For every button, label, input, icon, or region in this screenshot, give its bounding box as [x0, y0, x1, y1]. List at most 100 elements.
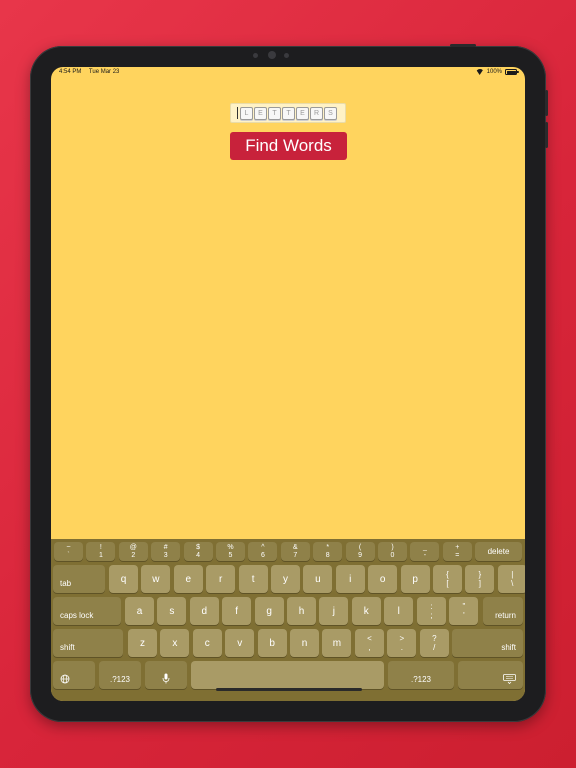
status-bar: 4:54 PM Tue Mar 23 100% [51, 67, 525, 79]
key-bracket-1-top-char: } [478, 570, 482, 579]
shift-left-key[interactable]: shift [53, 629, 123, 657]
key-h[interactable]: h [287, 597, 316, 625]
key-number-7-top-char: & [292, 543, 298, 551]
key-s[interactable]: s [157, 597, 187, 625]
key-punct-1[interactable]: " ' [449, 597, 479, 625]
key-q-label: q [120, 573, 127, 585]
key-punct2-2[interactable]: ? / [419, 629, 449, 657]
key-number-1[interactable]: ! 1 [86, 542, 116, 561]
key-punct-0[interactable]: :; [417, 597, 446, 625]
key-o-label: o [379, 573, 386, 585]
key-c[interactable]: c [192, 629, 222, 657]
key-m[interactable]: m [322, 629, 352, 657]
placeholder-tile: S [324, 106, 337, 120]
key-bracket-2[interactable]: | \ [497, 565, 525, 593]
key-h-label: h [298, 605, 305, 617]
key-x[interactable]: x [160, 629, 190, 657]
key-bracket-2-top-char: | [511, 570, 514, 579]
key-t[interactable]: t [238, 565, 268, 593]
key-b-label: b [269, 637, 275, 649]
key-y[interactable]: y [271, 565, 300, 593]
key-n[interactable]: n [290, 629, 319, 657]
wifi-icon [476, 69, 484, 75]
key-l-label: l [397, 605, 400, 617]
key-number-4[interactable]: $4 [183, 542, 213, 561]
key-g-label: g [266, 605, 272, 617]
key-number-12-bottom-char: = [455, 551, 460, 559]
key-e-label: e [185, 573, 192, 585]
key-u-label: u [315, 573, 321, 585]
key-w[interactable]: w [141, 565, 171, 593]
key-b[interactable]: b [257, 629, 287, 657]
key-k[interactable]: k [351, 597, 381, 625]
hide-keyboard-key[interactable] [458, 661, 523, 689]
key-j-label: j [332, 605, 335, 617]
key-number-5[interactable]: % 5 [216, 542, 245, 561]
key-v[interactable]: v [225, 629, 255, 657]
key-c-label: c [204, 637, 210, 649]
space-key[interactable] [191, 661, 384, 689]
key-number-3-bottom-char: 3 [163, 551, 168, 559]
key-o[interactable]: o [368, 565, 398, 593]
key-f[interactable]: f [222, 597, 252, 625]
globe-key[interactable] [53, 661, 95, 689]
key-number-1-top-char: ! [99, 543, 102, 551]
placeholder-tile: T [282, 106, 295, 120]
key-g[interactable]: g [254, 597, 284, 625]
key-a[interactable]: a [125, 597, 154, 625]
key-punct2-0-bottom-char: , [368, 643, 371, 652]
key-a-label: a [136, 605, 143, 617]
key-e[interactable]: e [173, 565, 203, 593]
key-p[interactable]: p [400, 565, 430, 593]
numbers-left-key[interactable]: .?123 [99, 661, 141, 689]
find-words-button[interactable]: Find Words [230, 132, 347, 160]
key-number-8[interactable]: * 8 [313, 542, 343, 561]
letters-input[interactable]: L E T T E R S [230, 103, 346, 123]
key-punct2-0-top-char: < [367, 634, 372, 643]
key-z[interactable]: z [128, 629, 157, 657]
battery-percent: 100% [486, 69, 502, 75]
return-key[interactable]: return [483, 597, 523, 625]
key-number-12-top-char: + [455, 543, 460, 551]
key-number-2-bottom-char: 2 [131, 551, 136, 559]
key-number-7[interactable]: & 7 [280, 542, 310, 561]
caps-lock-key[interactable]: caps lock [53, 597, 121, 625]
key-number-3[interactable]: #3 [151, 542, 181, 561]
key-bracket-0[interactable]: {[ [433, 565, 462, 593]
key-punct2-0[interactable]: <, [355, 629, 384, 657]
shift-left-key-label: shift [60, 643, 75, 652]
key-d[interactable]: d [189, 597, 219, 625]
key-j[interactable]: j [319, 597, 349, 625]
key-punct2-1[interactable]: >. [387, 629, 417, 657]
key-number-0[interactable]: ~ ` [54, 542, 83, 561]
key-number-11-bottom-char: - [423, 551, 427, 559]
key-number-8-top-char: * [326, 543, 330, 551]
key-number-4-bottom-char: 4 [196, 551, 201, 559]
key-u[interactable]: u [303, 565, 333, 593]
key-punct2-2-top-char: ? [432, 634, 437, 643]
key-d-label: d [201, 605, 208, 617]
key-number-9-top-char: ( [358, 543, 362, 551]
key-f-label: f [235, 605, 239, 617]
key-number-10[interactable]: ) 0 [378, 542, 407, 561]
key-r[interactable]: r [206, 565, 236, 593]
key-number-12[interactable]: + = [442, 542, 472, 561]
key-l[interactable]: l [384, 597, 414, 625]
key-i[interactable]: i [335, 565, 365, 593]
key-number-2[interactable]: @2 [118, 542, 148, 561]
shift-right-key-label: shift [501, 643, 516, 652]
numbers-right-key[interactable]: .?123 [388, 661, 454, 689]
tab-key[interactable]: tab [53, 565, 105, 593]
delete-key[interactable]: delete [475, 542, 522, 561]
key-number-9[interactable]: (9 [345, 542, 375, 561]
dictation-key[interactable] [145, 661, 187, 689]
key-number-6[interactable]: ^ 6 [248, 542, 278, 561]
key-number-11[interactable]: _ - [410, 542, 440, 561]
key-bracket-1[interactable]: }] [465, 565, 495, 593]
key-number-2-top-char: @ [129, 543, 137, 551]
placeholder-tile: T [268, 106, 281, 120]
shift-right-key[interactable]: shift [452, 629, 523, 657]
key-punct-1-top-char: " [462, 602, 466, 611]
key-q[interactable]: q [109, 565, 138, 593]
key-i-label: i [349, 573, 352, 585]
